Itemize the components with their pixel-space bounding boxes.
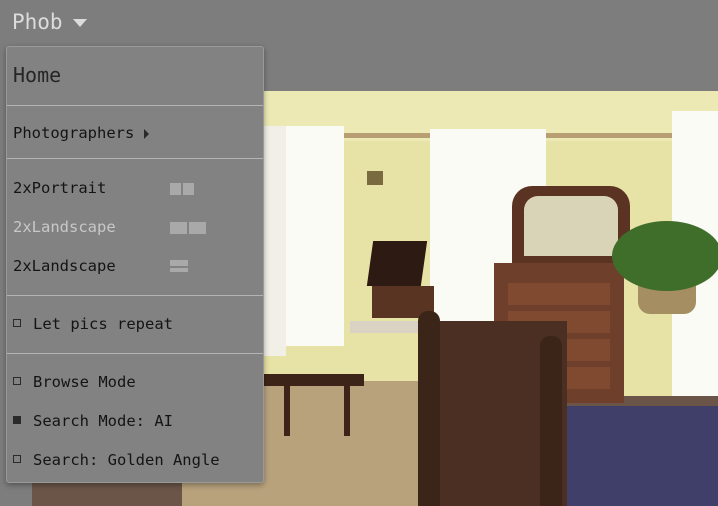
menu-item-label: Search Mode: AI (33, 412, 173, 430)
photo-bed-post (540, 336, 562, 506)
photo-curtain (262, 126, 286, 356)
photo-drawer (508, 283, 610, 305)
radio-icon (13, 454, 21, 463)
brand-label: Phob (12, 10, 63, 34)
photo-table (264, 374, 364, 386)
layout-2x-landscape-stacked-icon (170, 260, 188, 272)
menu-item-search-mode-ai[interactable]: Search Mode: AI (13, 412, 173, 430)
photo-bed-post (418, 311, 440, 506)
menu-item-layout-2x-landscape-disabled: 2xLandscape (13, 218, 116, 236)
layout-2x-portrait-icon (170, 183, 194, 195)
photo-phonograph-lid (366, 241, 428, 286)
menu-item-layout-2x-landscape[interactable]: 2xLandscape (13, 257, 116, 275)
caret-down-icon (72, 19, 87, 27)
menu-divider (7, 105, 263, 106)
photo-plant (612, 221, 718, 291)
menu-item-label: Search: Golden Angle (33, 451, 220, 469)
menu-item-browse-mode[interactable]: Browse Mode (13, 373, 136, 391)
menu-item-search-golden-angle[interactable]: Search: Golden Angle (13, 451, 220, 469)
checkbox-icon (13, 318, 21, 327)
photo-mirror (524, 196, 618, 256)
photo-table-leg (284, 386, 290, 436)
radio-selected-icon (13, 415, 21, 424)
menu-item-label: Photographers (13, 124, 135, 142)
menu-item-home[interactable]: Home (13, 63, 61, 87)
layout-2x-landscape-side-icon (170, 222, 206, 234)
chevron-right-icon (144, 128, 150, 139)
photo-table-leg (344, 386, 350, 436)
top-bar: Phob (0, 0, 718, 46)
menu-item-let-pics-repeat[interactable]: Let pics repeat (13, 315, 173, 333)
photo-lamp (367, 171, 383, 185)
radio-icon (13, 376, 21, 385)
menu-item-layout-2x-portrait[interactable]: 2xPortrait (13, 179, 106, 197)
menu-item-photographers[interactable]: Photographers (13, 124, 150, 142)
menu-item-label: Let pics repeat (33, 315, 173, 333)
dropdown-menu: Home Photographers 2xPortrait 2xLandscap… (6, 46, 264, 483)
menu-item-label: Browse Mode (33, 373, 136, 391)
menu-divider (7, 295, 263, 296)
brand-menu-toggle[interactable]: Phob (12, 10, 87, 34)
menu-divider (7, 158, 263, 159)
menu-divider (7, 353, 263, 354)
